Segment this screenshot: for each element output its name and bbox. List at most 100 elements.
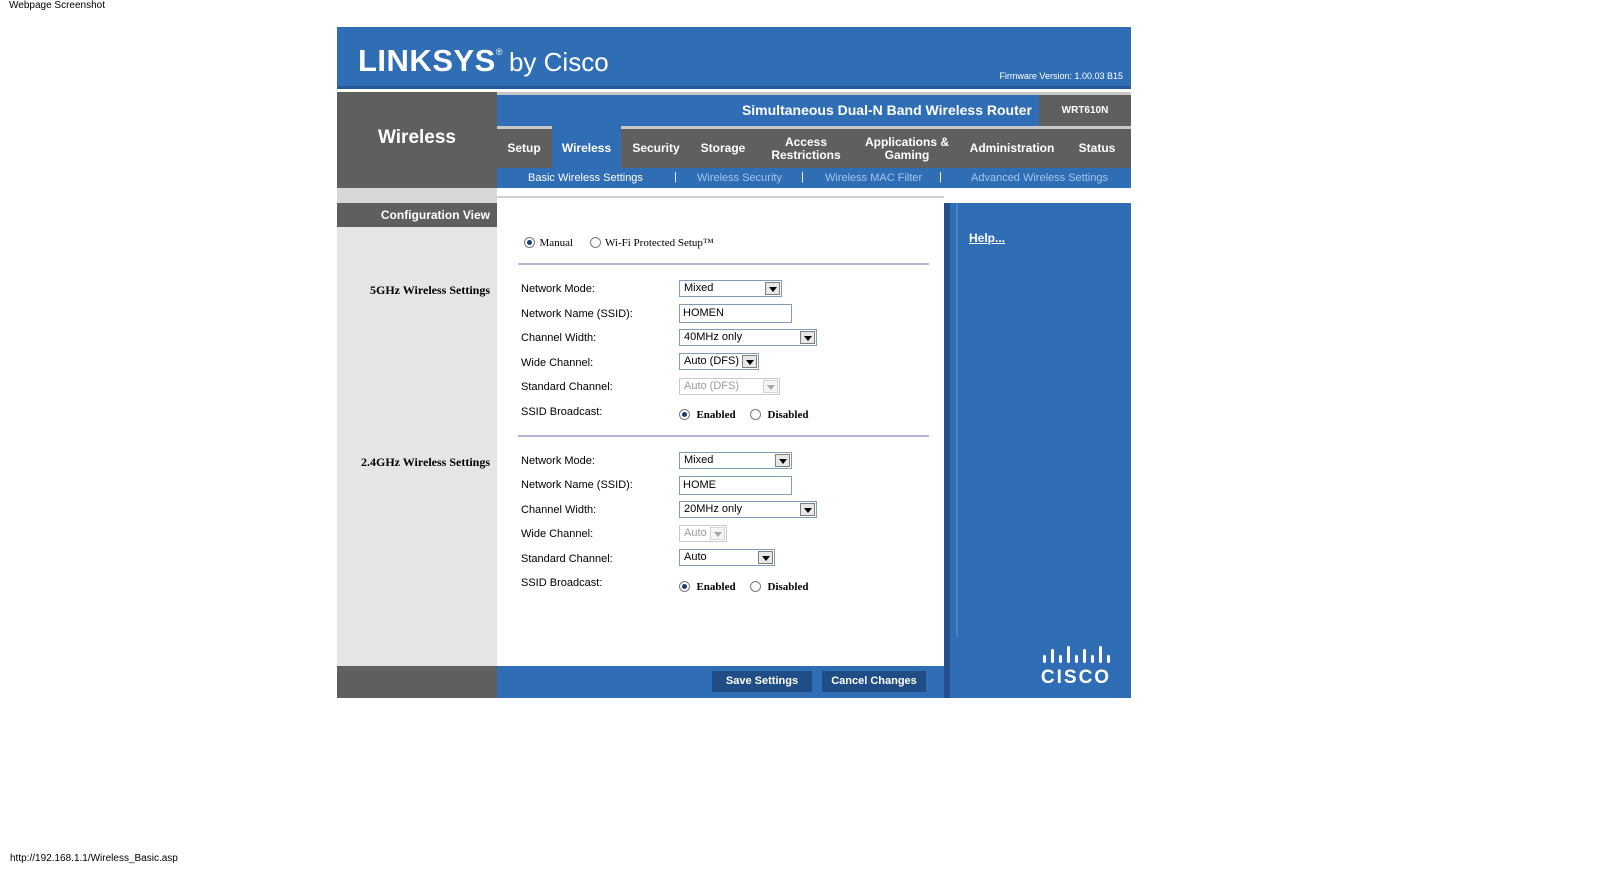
footer-left <box>337 666 497 698</box>
network-mode-5-value: Mixed <box>684 282 714 294</box>
subtab-basic-wireless[interactable]: Basic Wireless Settings <box>528 172 643 184</box>
cisco-wordmark: CISCO <box>1041 667 1111 688</box>
wide-channel-24-field: Auto <box>679 525 727 542</box>
help-column: Help... CISCO <box>944 203 1131 698</box>
chevron-down-icon <box>800 503 815 516</box>
tab-administration[interactable]: Administration <box>965 129 1059 168</box>
ssid-broadcast-5-disabled-radio[interactable] <box>750 409 762 421</box>
network-mode-24-value: Mixed <box>684 454 714 466</box>
channel-width-5-field: 40MHz only <box>679 329 817 346</box>
divider-strip <box>337 188 497 203</box>
standard-channel-5-value: Auto (DFS) <box>684 380 740 392</box>
wps-radio[interactable] <box>589 237 601 249</box>
channel-width-5-label: Channel Width: <box>521 332 597 344</box>
channel-width-24-label: Channel Width: <box>521 504 597 516</box>
sub-nav: Basic Wireless Settings | Wireless Secur… <box>497 168 1131 188</box>
cancel-changes-button[interactable]: Cancel Changes <box>822 671 926 692</box>
sub-separator: | <box>939 171 942 183</box>
main-nav: Setup Wireless Security Storage Access R… <box>497 126 1131 168</box>
wide-channel-5-label: Wide Channel: <box>521 357 594 369</box>
standard-channel-24-label: Standard Channel: <box>521 553 613 565</box>
tab-setup[interactable]: Setup <box>503 129 545 168</box>
header: LINKSYS® by Cisco Firmware Version: 1.00… <box>337 27 1131 89</box>
column-divider <box>956 203 958 637</box>
chevron-down-icon <box>800 331 815 344</box>
channel-width-5-select[interactable]: 40MHz only <box>679 329 817 346</box>
chevron-down-icon <box>763 380 778 393</box>
ssid-5-label: Network Name (SSID): <box>521 308 633 320</box>
channel-width-24-value: 20MHz only <box>684 503 743 515</box>
network-mode-24-field: Mixed <box>679 452 792 469</box>
tab-storage[interactable]: Storage <box>695 129 751 168</box>
product-bar: Simultaneous Dual-N Band Wireless Router… <box>497 92 1131 126</box>
configuration-view-heading: Configuration View <box>337 203 497 227</box>
wps-label: Wi-Fi Protected Setup™ <box>604 236 714 249</box>
setup-mode-row: Manual Wi-Fi Protected Setup™ <box>524 234 714 252</box>
standard-channel-5-field: Auto (DFS) <box>679 378 780 395</box>
sub-separator: | <box>801 171 804 183</box>
network-mode-24-select[interactable]: Mixed <box>679 452 792 469</box>
ssid-broadcast-5-options: Enabled Disabled <box>679 406 818 424</box>
wide-channel-24-value: Auto <box>684 527 707 539</box>
network-mode-24-label: Network Mode: <box>521 455 595 467</box>
tab-wireless[interactable]: Wireless <box>552 126 621 168</box>
standard-channel-5-label: Standard Channel: <box>521 381 613 393</box>
ssid-broadcast-24-disabled-radio[interactable] <box>750 581 762 593</box>
channel-width-5-value: 40MHz only <box>684 331 743 343</box>
manual-radio[interactable] <box>524 237 535 249</box>
standard-channel-24-select[interactable]: Auto <box>679 549 775 566</box>
wide-channel-5-select[interactable]: Auto (DFS) <box>679 353 759 370</box>
help-link[interactable]: Help... <box>969 231 1005 245</box>
footer-actions: Save Settings Cancel Changes <box>497 666 944 698</box>
tab-access-restrictions[interactable]: Access Restrictions <box>763 129 849 168</box>
ssid-broadcast-24-options: Enabled Disabled <box>679 578 818 596</box>
ssid-broadcast-24-enabled-radio[interactable] <box>679 581 690 593</box>
chevron-down-icon <box>758 551 773 564</box>
enabled-label: Enabled <box>696 580 736 593</box>
tab-status[interactable]: Status <box>1071 129 1123 168</box>
registered-mark: ® <box>495 47 503 57</box>
heading-24ghz: 2.4GHz Wireless Settings <box>361 455 490 469</box>
channel-width-24-field: 20MHz only <box>679 501 817 518</box>
tab-security[interactable]: Security <box>628 129 684 168</box>
model-number: WRT610N <box>1039 95 1131 126</box>
heading-5ghz: 5GHz Wireless Settings <box>370 283 490 297</box>
ssid-broadcast-5-enabled-radio[interactable] <box>679 409 690 421</box>
column-edge <box>944 203 950 698</box>
linksys-logo: LINKSYS® by Cisco <box>358 43 609 79</box>
ssid-5-input[interactable]: HOMEN <box>679 304 792 323</box>
chevron-down-icon <box>710 527 725 540</box>
standard-channel-24-value: Auto <box>684 551 707 563</box>
status-bar-url: http://192.168.1.1/Wireless_Basic.asp <box>10 853 178 864</box>
subtab-mac-filter[interactable]: Wireless MAC Filter <box>825 172 922 184</box>
channel-width-24-select[interactable]: 20MHz only <box>679 501 817 518</box>
ssid-broadcast-24-label: SSID Broadcast: <box>521 577 603 589</box>
chevron-down-icon <box>742 355 757 368</box>
manual-label: Manual <box>539 236 574 249</box>
brand-suffix: by Cisco <box>508 47 609 77</box>
cisco-logo: CISCO <box>1041 646 1111 688</box>
settings-form: Manual Wi-Fi Protected Setup™ Network Mo… <box>497 196 944 666</box>
divider <box>518 263 929 265</box>
network-mode-5-field: Mixed <box>679 280 782 297</box>
subtab-advanced-wireless[interactable]: Advanced Wireless Settings <box>971 172 1108 184</box>
network-mode-5-select[interactable]: Mixed <box>679 280 782 297</box>
save-settings-button[interactable]: Save Settings <box>712 671 812 692</box>
standard-channel-5-select: Auto (DFS) <box>679 378 780 395</box>
router-admin-frame: LINKSYS® by Cisco Firmware Version: 1.00… <box>337 27 1131 698</box>
ssid-24-input[interactable]: HOME <box>679 476 792 495</box>
chevron-down-icon <box>765 282 780 295</box>
section-title: Wireless <box>378 127 456 148</box>
chevron-down-icon <box>775 454 790 467</box>
wide-channel-24-label: Wide Channel: <box>521 528 594 540</box>
product-name: Simultaneous Dual-N Band Wireless Router <box>741 102 1032 118</box>
divider <box>518 435 929 437</box>
tab-applications-gaming[interactable]: Applications & Gaming <box>859 129 955 168</box>
page-caption: Webpage Screenshot <box>9 0 105 11</box>
left-labels-column: 5GHz Wireless Settings 2.4GHz Wireless S… <box>337 227 497 666</box>
enabled-label: Enabled <box>696 408 736 421</box>
wide-channel-5-field: Auto (DFS) <box>679 353 759 370</box>
cisco-bridge-icon <box>1043 646 1110 663</box>
subtab-wireless-security[interactable]: Wireless Security <box>697 172 782 184</box>
wide-channel-5-value: Auto (DFS) <box>684 355 740 367</box>
